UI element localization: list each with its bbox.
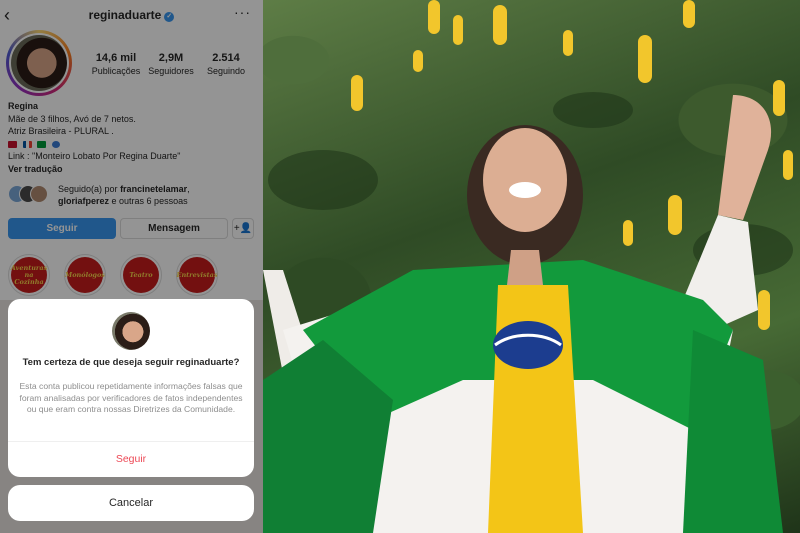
follow-warning-dialog: Tem certeza de que deseja seguir reginad… <box>8 299 254 477</box>
confirm-follow-button[interactable]: Seguir <box>8 442 254 477</box>
dialog-title: Tem certeza de que deseja seguir reginad… <box>22 357 240 368</box>
photo-illustration <box>263 0 793 533</box>
photo-woman-brazil-flag <box>263 0 800 533</box>
dialog-message: Esta conta publicou repetidamente inform… <box>19 381 243 414</box>
instagram-profile-screen: ‹ reginaduarte ✓ ··· 14,6 mil Publicações… <box>0 0 263 533</box>
cancel-button[interactable]: Cancelar <box>8 485 254 521</box>
dialog-avatar <box>112 312 150 350</box>
